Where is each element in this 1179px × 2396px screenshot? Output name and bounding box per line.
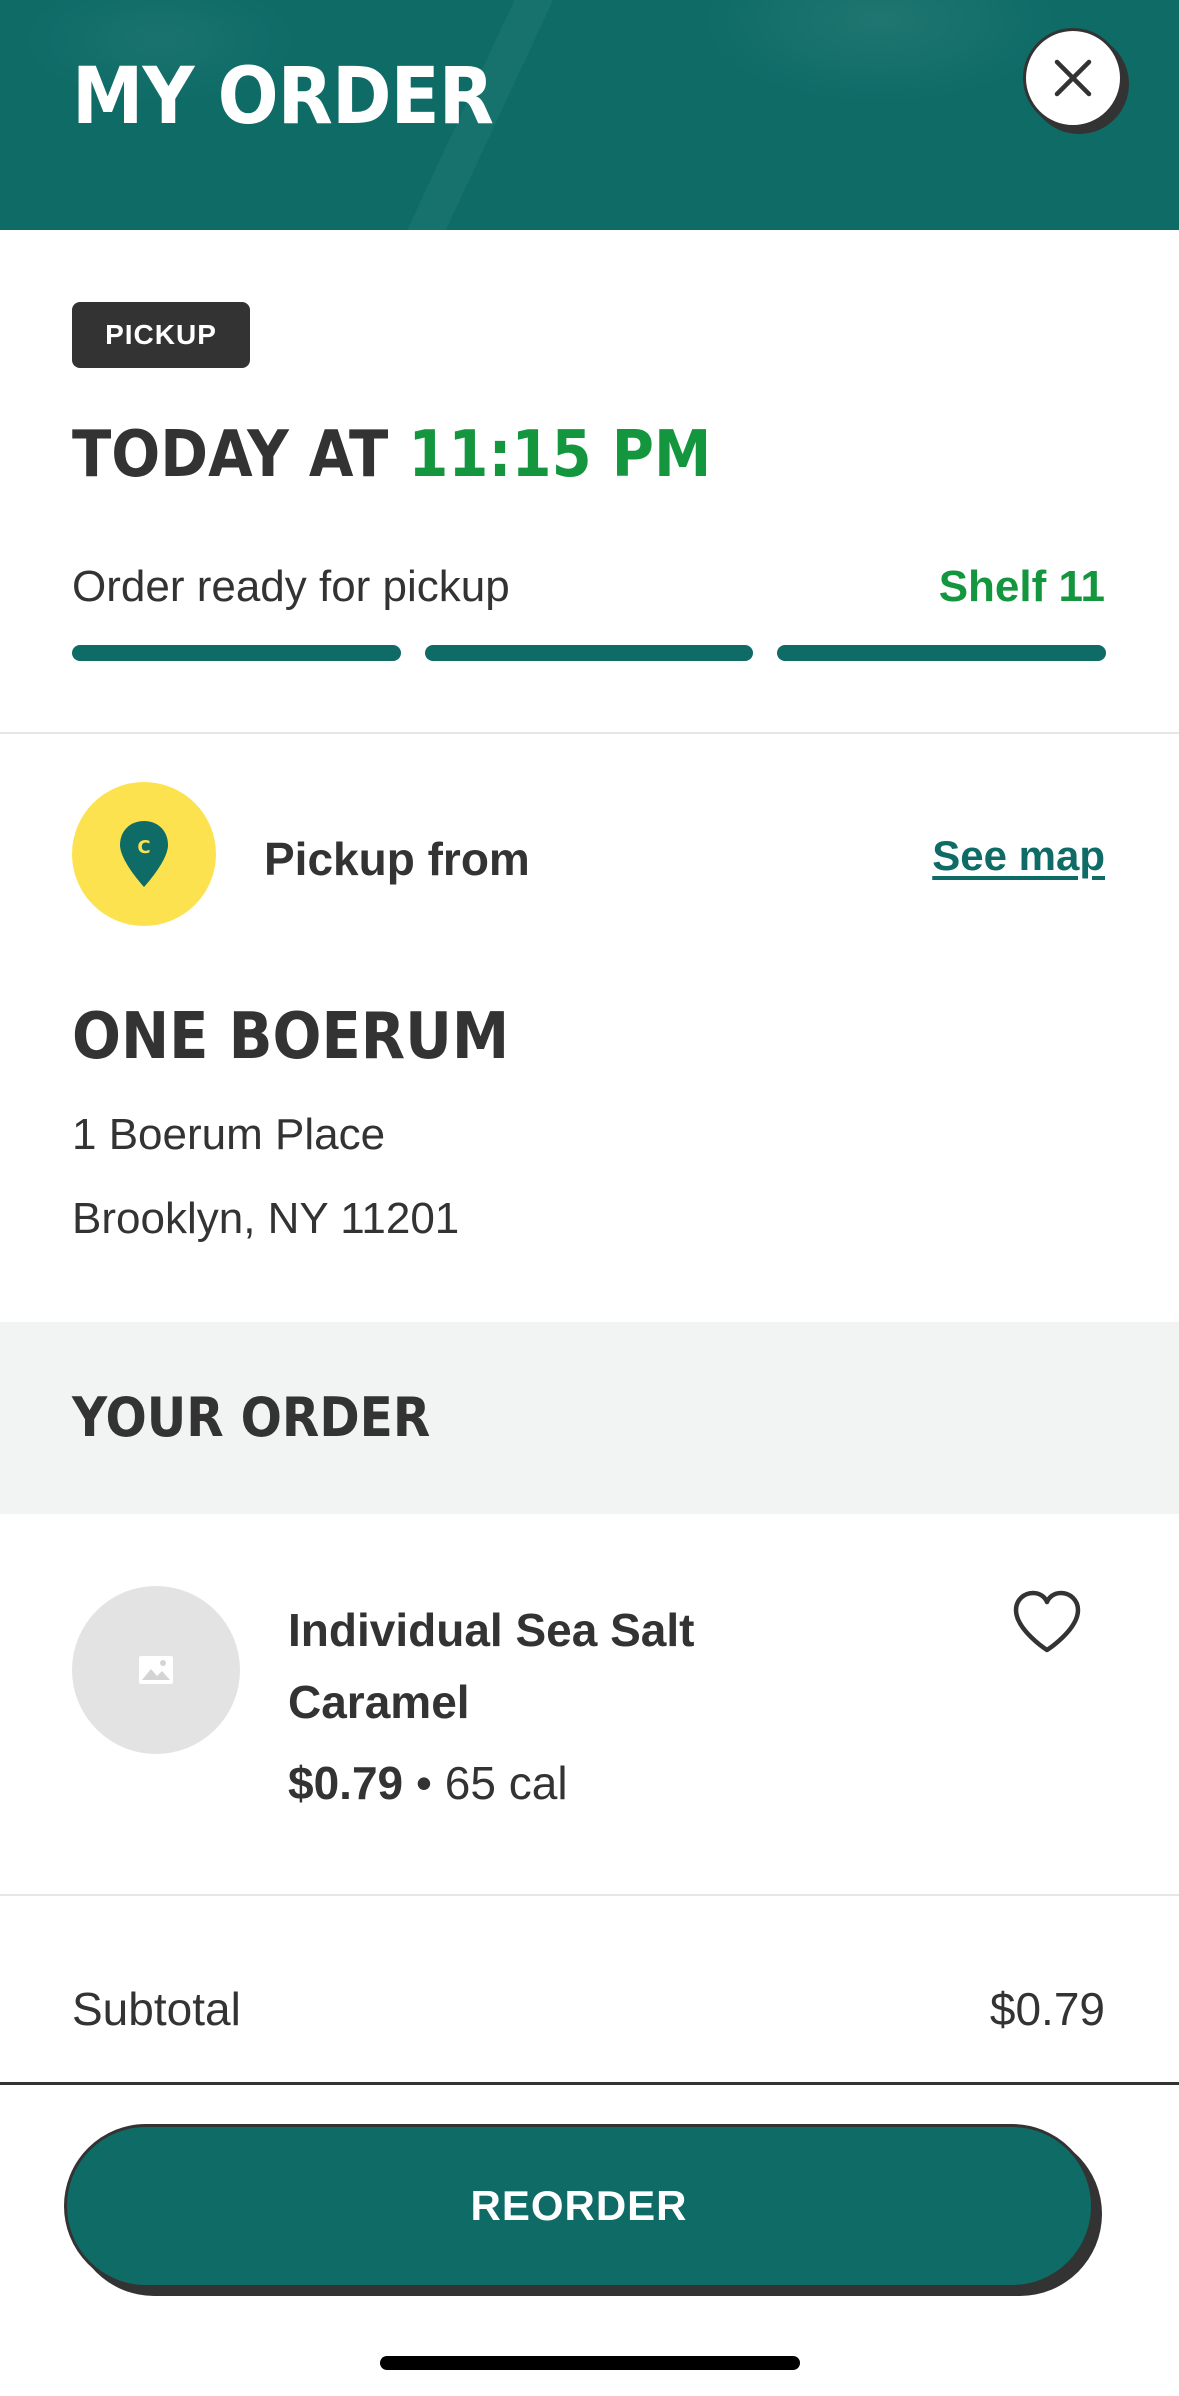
pickup-time-value: 11:15 PM [408,418,712,492]
order-progress-bar [72,645,1107,661]
order-status-text: Order ready for pickup [72,562,510,611]
progress-step [777,645,1107,661]
svg-text:C: C [137,837,150,858]
page-title: MY ORDER [72,52,494,142]
section-divider [0,732,1179,734]
location-avatar: C [72,782,216,926]
address-line-1: 1 Boerum Place [72,1110,386,1159]
pickup-time: TODAY AT 11:15 PM [72,418,711,492]
map-pin-icon: C [120,821,168,887]
your-order-header: YOUR ORDER [0,1322,1179,1514]
item-price-calories: $0.79 • 65 cal [288,1756,568,1810]
close-button[interactable] [1023,28,1123,128]
subtotal-value: $0.79 [989,1983,1105,2035]
pickup-from-label: Pickup from [264,833,530,885]
header: MY ORDER [0,0,1179,230]
shelf-number: Shelf 11 [938,562,1105,611]
order-type-badge: PICKUP [72,302,250,368]
store-name: ONE BOERUM [72,1000,510,1074]
home-indicator[interactable] [380,2356,800,2370]
item-thumbnail [72,1586,240,1754]
address-line-2: Brooklyn, NY 11201 [72,1194,460,1243]
see-map-link[interactable]: See map [932,832,1105,880]
progress-step [424,645,754,661]
item-name: Individual Sea Salt Caramel [288,1604,695,1728]
reorder-button[interactable]: REORDER [64,2124,1094,2288]
close-icon [1054,59,1092,97]
heart-icon [1013,1590,1081,1653]
section-divider [0,1894,1179,1896]
progress-step [72,645,401,661]
favorite-button[interactable] [1010,1588,1084,1656]
item-separator: • [415,1757,433,1809]
your-order-title: YOUR ORDER [72,1386,431,1449]
item-price: $0.79 [288,1757,404,1809]
subtotal-label: Subtotal [72,1983,241,2035]
image-placeholder-icon [139,1656,173,1684]
pickup-time-prefix: TODAY AT [72,418,389,492]
item-calories: 65 cal [444,1757,568,1809]
